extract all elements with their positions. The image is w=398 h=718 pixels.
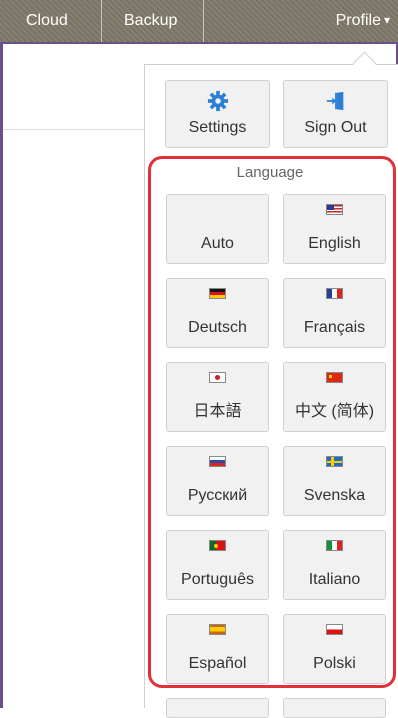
language-heading: Language — [236, 164, 304, 181]
cut-off-button[interactable] — [166, 698, 269, 718]
language-english-button[interactable]: English — [283, 194, 386, 264]
cut-off-button[interactable] — [283, 698, 386, 718]
top-navigation-bar: Cloud Backup Profile ▾ — [0, 0, 398, 44]
language-chinese-button[interactable]: 中文 (简体) — [283, 362, 386, 432]
se-flag-icon — [284, 456, 385, 467]
language-label: Italiano — [308, 571, 361, 588]
profile-label: Profile — [335, 12, 381, 29]
language-japanese-button[interactable]: 日本語 — [166, 362, 269, 432]
pt-flag-icon — [167, 540, 268, 551]
settings-button[interactable]: Settings — [165, 80, 270, 148]
profile-menu-toggle[interactable]: Profile ▾ — [204, 0, 398, 42]
language-label: English — [308, 235, 361, 252]
language-deutsch-button[interactable]: Deutsch — [166, 278, 269, 348]
language-label: Polski — [313, 655, 356, 672]
fr-flag-icon — [284, 288, 385, 299]
tab-separator — [101, 0, 102, 42]
language-polski-button[interactable]: Polski — [283, 614, 386, 684]
language-label: 日本語 — [193, 403, 242, 420]
language-espanol-button[interactable]: Español — [166, 614, 269, 684]
language-label: Русский — [187, 487, 248, 504]
language-label: Português — [181, 571, 254, 588]
language-label: 中文 (简体) — [294, 403, 375, 420]
language-svenska-button[interactable]: Svenska — [283, 446, 386, 516]
window-frame-left — [0, 0, 3, 708]
language-label: Deutsch — [188, 319, 247, 336]
jp-flag-icon — [167, 372, 268, 383]
language-label: Svenska — [303, 487, 366, 504]
tab-backup[interactable]: Backup — [112, 0, 189, 42]
language-label: Español — [188, 655, 247, 672]
us-flag-icon — [284, 204, 385, 215]
language-russian-button[interactable]: Русский — [166, 446, 269, 516]
cn-flag-icon — [284, 372, 385, 383]
tab-cloud[interactable]: Cloud — [14, 0, 80, 42]
settings-label: Settings — [188, 119, 247, 136]
language-portugues-button[interactable]: Português — [166, 530, 269, 600]
gear-icon — [166, 90, 269, 112]
pl-flag-icon — [284, 624, 385, 635]
it-flag-icon — [284, 540, 385, 551]
sign-out-door-icon — [284, 90, 387, 112]
background-divider — [3, 129, 145, 130]
chevron-down-icon: ▾ — [383, 13, 390, 27]
language-auto-button[interactable]: Auto — [166, 194, 269, 264]
sign-out-button[interactable]: Sign Out — [283, 80, 388, 148]
de-flag-icon — [167, 288, 268, 299]
es-flag-icon — [167, 624, 268, 635]
ru-flag-icon — [167, 456, 268, 467]
language-label: Français — [303, 319, 366, 336]
language-label: Auto — [201, 235, 234, 252]
language-francais-button[interactable]: Français — [283, 278, 386, 348]
sign-out-label: Sign Out — [304, 119, 367, 136]
language-italiano-button[interactable]: Italiano — [283, 530, 386, 600]
